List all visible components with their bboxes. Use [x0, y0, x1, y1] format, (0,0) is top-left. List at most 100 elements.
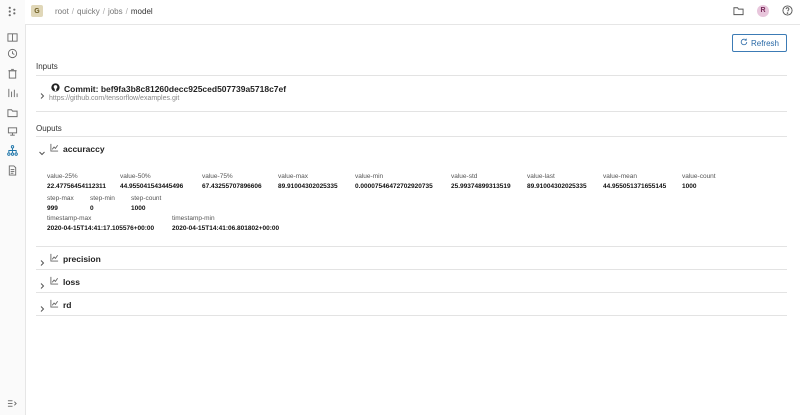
- metric: timestamp-min 2020-04-15T14:41:06.801802+…: [172, 215, 279, 232]
- chevron-right-icon[interactable]: [38, 277, 46, 289]
- divider: [36, 269, 787, 270]
- breadcrumb-root[interactable]: root: [55, 7, 69, 16]
- metric-value: 67.43255707896606: [202, 183, 262, 190]
- metric-value: 2020-04-15T14:41:17.105576+00:00: [47, 225, 155, 232]
- book-icon[interactable]: [6, 31, 19, 44]
- output-name: accuraccy: [63, 143, 105, 154]
- divider: [36, 292, 787, 293]
- metric-key: step-max: [47, 195, 74, 202]
- top-bar: G root / quicky / jobs / model R: [25, 0, 800, 25]
- chevron-right-icon[interactable]: [38, 87, 46, 99]
- metric-key: value-75%: [202, 173, 233, 180]
- output-name: loss: [63, 276, 81, 287]
- divider: [36, 136, 787, 137]
- top-right-actions: R: [732, 4, 794, 17]
- breadcrumb-jobs[interactable]: jobs: [108, 7, 123, 16]
- chevron-right-icon[interactable]: [38, 300, 46, 312]
- github-icon: [51, 83, 60, 94]
- metric-key: value-last: [527, 173, 555, 180]
- avatar[interactable]: R: [757, 4, 769, 17]
- metric-key: value-25%: [47, 173, 78, 180]
- document-icon[interactable]: [6, 164, 19, 177]
- divider: [36, 75, 787, 76]
- metric: step-count 1000: [131, 195, 161, 212]
- chart-icon[interactable]: [6, 86, 19, 99]
- metric-key: step-min: [90, 195, 115, 202]
- breadcrumb-separator: /: [102, 7, 105, 16]
- metric: value-min 0.00007546472702920735: [355, 173, 433, 190]
- refresh-label: Refresh: [750, 38, 779, 48]
- output-item-loss[interactable]: loss: [50, 276, 80, 287]
- commit-row[interactable]: Commit: bef9fa3b8c81260decc925ced507739a…: [51, 83, 286, 94]
- metric-key: value-mean: [603, 173, 637, 180]
- divider: [36, 246, 787, 247]
- folder-icon[interactable]: [732, 4, 745, 17]
- refresh-icon: [740, 38, 748, 48]
- history-icon[interactable]: [6, 47, 19, 60]
- metric-value: 44.955041543445496: [120, 183, 184, 190]
- metric: step-max 999: [47, 195, 74, 212]
- output-name: rd: [63, 299, 72, 310]
- output-item-rd[interactable]: rd: [50, 299, 72, 310]
- breadcrumb: root / quicky / jobs / model: [55, 7, 153, 16]
- archive-icon[interactable]: [6, 67, 19, 80]
- lineage-icon[interactable]: [6, 144, 19, 157]
- metric: value-std 25.99374899313519: [451, 173, 511, 190]
- metric-value: 0.00007546472702920735: [355, 183, 433, 190]
- metric: value-50% 44.955041543445496: [120, 173, 183, 190]
- help-icon[interactable]: [781, 4, 794, 17]
- output-item-accuraccy[interactable]: accuraccy: [50, 143, 105, 154]
- metric-key: timestamp-max: [47, 215, 92, 222]
- commit-label: Commit: bef9fa3b8c81260decc925ced507739a…: [64, 83, 287, 94]
- metric: value-25% 22.47756454112311: [47, 173, 106, 190]
- line-chart-icon: [50, 276, 59, 287]
- inputs-title: Inputs: [36, 62, 58, 71]
- metric-value: 22.47756454112311: [47, 183, 106, 190]
- metric: timestamp-max 2020-04-15T14:41:17.105576+…: [47, 215, 154, 232]
- chevron-down-icon[interactable]: [38, 144, 46, 156]
- metric: step-min 0: [90, 195, 115, 212]
- metric-value: 1000: [682, 183, 697, 190]
- metric-value: 2020-04-15T14:41:06.801802+00:00: [172, 225, 280, 232]
- metric-key: value-max: [278, 173, 308, 180]
- metric-key: value-50%: [120, 173, 151, 180]
- output-item-precision[interactable]: precision: [50, 253, 101, 264]
- metric-key: value-std: [451, 173, 478, 180]
- breadcrumb-separator: /: [71, 7, 75, 16]
- metric-value: 89.91004302025335: [527, 183, 587, 190]
- repo-url: https://github.com/tensorflow/examples.g…: [49, 95, 180, 102]
- metric-value: 999: [47, 205, 58, 212]
- folder-icon[interactable]: [6, 106, 19, 119]
- output-name: precision: [63, 253, 101, 264]
- divider: [36, 315, 787, 316]
- metric-key: value-min: [355, 173, 384, 180]
- metric-key: value-count: [682, 173, 716, 180]
- metric-key: step-count: [131, 195, 162, 202]
- metric: value-count 1000: [682, 173, 716, 190]
- outputs-title: Ouputs: [36, 124, 62, 133]
- line-chart-icon: [50, 253, 59, 264]
- metric-value: 1000: [131, 205, 146, 212]
- metric: value-max 89.91004302025335: [278, 173, 338, 190]
- logo-icon[interactable]: [6, 5, 19, 18]
- line-chart-icon: [50, 299, 59, 310]
- metric-value: 44.955051371655145: [603, 183, 667, 190]
- refresh-button[interactable]: Refresh: [731, 34, 787, 52]
- chevron-right-icon[interactable]: [38, 254, 46, 266]
- model-icon[interactable]: [6, 125, 19, 138]
- divider: [36, 111, 787, 112]
- breadcrumb-separator: /: [125, 7, 128, 16]
- metric: value-mean 44.955051371655145: [603, 173, 666, 190]
- metric-value: 25.99374899313519: [451, 183, 511, 190]
- main-content: Refresh Inputs Commit: bef9fa3b8c81260de…: [36, 24, 787, 415]
- sidebar: [0, 0, 26, 415]
- metric: value-last 89.91004302025335: [527, 173, 587, 190]
- collapse-icon[interactable]: [6, 397, 19, 410]
- metric-key: timestamp-min: [172, 215, 215, 222]
- metric-value: 89.91004302025335: [278, 183, 338, 190]
- org-badge[interactable]: G: [31, 5, 43, 17]
- breadcrumb-project[interactable]: quicky: [77, 7, 100, 16]
- line-chart-icon: [50, 143, 59, 154]
- metric: value-75% 67.43255707896606: [202, 173, 262, 190]
- breadcrumb-current: model: [130, 7, 153, 16]
